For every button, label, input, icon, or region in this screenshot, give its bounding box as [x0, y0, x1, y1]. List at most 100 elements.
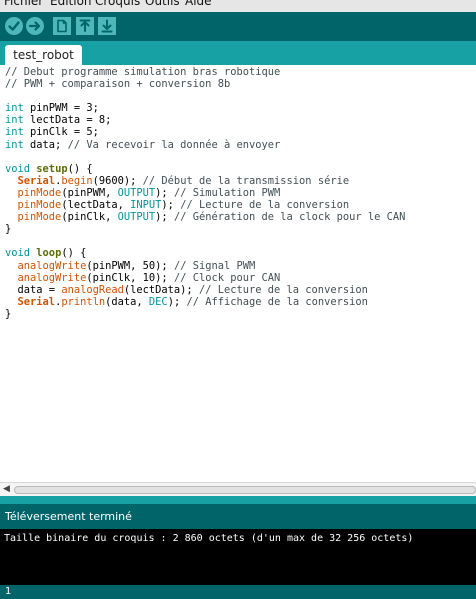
code-token: int: [5, 102, 24, 115]
checkmark-icon: [8, 21, 20, 31]
code-token: data =: [5, 283, 62, 296]
code-token: OUTPUT: [117, 211, 156, 224]
code-token: (pinPWM, 50);: [86, 259, 174, 272]
code-token: analogRead: [61, 283, 124, 296]
console-output: Taille binaire du croquis : 2 860 octets…: [0, 529, 476, 585]
code-token: lectData = 8;: [23, 114, 112, 127]
open-button[interactable]: [76, 17, 94, 35]
code-token: void: [5, 247, 31, 260]
code-token: int: [5, 114, 24, 127]
code-line: }: [5, 223, 405, 235]
code-comment: // Va recevoir la donnée à envoyer: [67, 138, 281, 151]
code-token: int: [5, 126, 24, 139]
code-comment: // Génération de la clock pour le CAN: [173, 211, 406, 224]
code-line: void loop() {: [5, 247, 405, 259]
code-token: analogWrite: [17, 271, 87, 284]
menu-edition[interactable]: Edition: [50, 0, 92, 8]
code-token: Serial: [17, 295, 56, 308]
code-comment: // Affichage de la conversion: [186, 295, 368, 308]
status-bar: Téléversement terminé: [0, 504, 476, 529]
panel-divider[interactable]: [0, 496, 476, 504]
code-line: int pinPWM = 3;: [5, 102, 405, 114]
code-line: // Debut programme simulation bras robot…: [5, 66, 405, 78]
code-token: }: [5, 223, 12, 236]
tab-test-robot[interactable]: test_robot: [5, 45, 82, 65]
code-line: int pinClk = 5;: [5, 126, 405, 138]
menu-bar: Fichier Edition Croquis Outils Aide: [0, 0, 476, 12]
new-sketch-button[interactable]: [53, 17, 71, 35]
verify-button[interactable]: [5, 17, 23, 35]
code-line: pinMode(lectData, INPUT); // Lecture de …: [5, 199, 405, 211]
code-token: );: [167, 295, 187, 308]
code-token: DEC: [148, 295, 168, 308]
code-line: void setup() {: [5, 163, 405, 175]
code-token: setup: [36, 162, 68, 175]
code-content: // Debut programme simulation bras robot…: [5, 66, 405, 320]
new-file-icon: [57, 19, 67, 33]
footer-bar: 1: [0, 585, 476, 599]
code-token: analogWrite: [17, 259, 87, 272]
code-line: // PWM + comparaison + conversion 8b: [5, 78, 405, 90]
code-token: int: [5, 138, 24, 151]
code-line: pinMode(pinPWM, OUTPUT); // Simulation P…: [5, 187, 405, 199]
code-line: }: [5, 308, 405, 320]
code-token: pinMode: [17, 186, 62, 199]
code-token: pinClk = 5;: [23, 126, 99, 139]
menu-croquis[interactable]: Croquis: [95, 0, 140, 8]
code-token: begin: [61, 174, 93, 187]
code-token: pinMode: [17, 199, 62, 212]
upload-button[interactable]: [26, 17, 44, 35]
code-token: () {: [67, 162, 93, 175]
tab-label: test_robot: [13, 48, 74, 62]
code-comment: // Début de la transmission série: [142, 174, 350, 187]
status-message: Téléversement terminé: [5, 510, 132, 523]
tab-bar: test_robot: [0, 41, 476, 65]
code-token: println: [61, 295, 106, 308]
code-token: (pinClk, 10);: [86, 271, 174, 284]
code-editor[interactable]: // Debut programme simulation bras robot…: [0, 65, 476, 482]
code-token: (pinPWM,: [61, 186, 118, 199]
arrow-up-icon: [79, 19, 91, 32]
code-line: Serial.println(data, DEC); // Affichage …: [5, 296, 405, 308]
code-comment: // PWM + comparaison + conversion 8b: [5, 78, 231, 91]
code-token: pinPWM = 3;: [23, 102, 99, 115]
code-token: }: [5, 307, 12, 320]
code-token: () {: [61, 247, 87, 260]
scrollbar-thumb[interactable]: [14, 486, 476, 494]
code-token: (9600);: [92, 174, 143, 187]
code-line: data = analogRead(lectData); // Lecture …: [5, 284, 405, 296]
code-token: void: [5, 162, 31, 175]
code-line: analogWrite(pinClk, 10); // Clock pour C…: [5, 272, 405, 284]
code-token: INPUT: [130, 199, 162, 212]
code-comment: // Simulation PWM: [173, 186, 281, 199]
horizontal-scrollbar[interactable]: ◀: [0, 482, 476, 496]
scroll-left-icon[interactable]: ◀: [3, 484, 10, 494]
menu-outils[interactable]: Outils: [145, 0, 180, 8]
code-line: int lectData = 8;: [5, 114, 405, 126]
code-line: int data; // Va recevoir la donnée à env…: [5, 139, 405, 151]
code-token: (data,: [105, 295, 149, 308]
line-number: 1: [5, 586, 12, 597]
code-token: data;: [23, 138, 68, 151]
code-comment: // Debut programme simulation bras robot…: [5, 66, 281, 78]
code-token: );: [155, 211, 174, 224]
code-comment: // Clock pour CAN: [173, 271, 281, 284]
menu-aide[interactable]: Aide: [185, 0, 212, 8]
arrow-down-icon: [101, 19, 113, 33]
save-button[interactable]: [98, 17, 116, 35]
menu-fichier[interactable]: Fichier: [4, 0, 43, 8]
code-comment: // Signal PWM: [173, 259, 256, 272]
code-line: pinMode(pinClk, OUTPUT); // Génération d…: [5, 211, 406, 224]
code-line: Serial.begin(9600); // Début de la trans…: [5, 175, 405, 187]
code-token: (lectData);: [123, 283, 199, 296]
code-token: pinMode: [17, 211, 62, 224]
